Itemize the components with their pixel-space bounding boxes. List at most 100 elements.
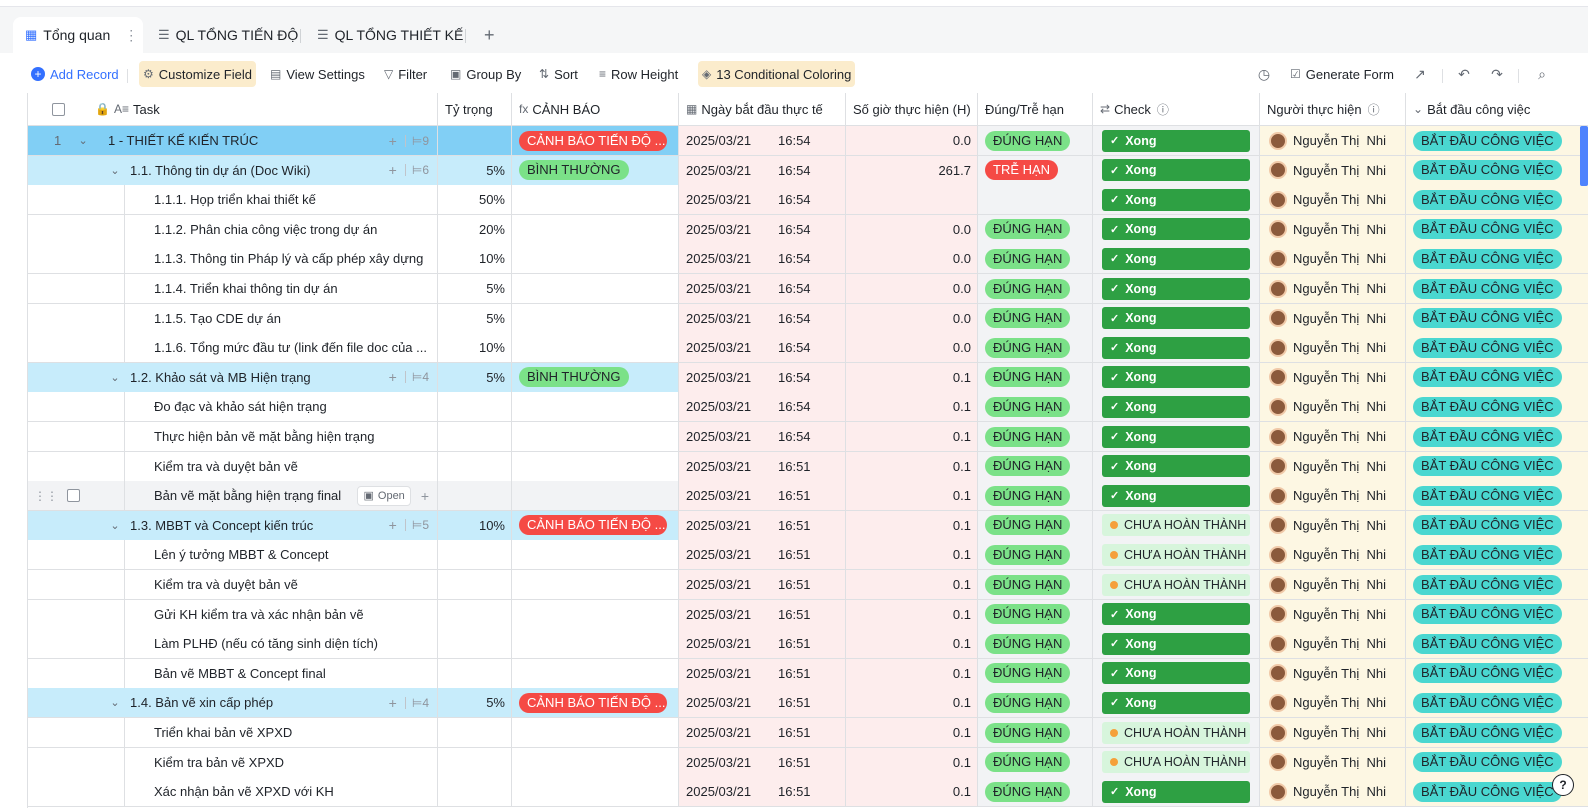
col-header-ty-trong[interactable]: Tỷ trọng xyxy=(438,93,512,125)
weight-cell[interactable] xyxy=(438,747,512,778)
person-cell[interactable]: Nguyễn Thị Nhi xyxy=(1260,451,1406,482)
task-cell[interactable]: Xác nhận bản vẽ XPXD với KH xyxy=(124,777,438,808)
table-row[interactable]: 1.1.4. Triển khai thông tin dự án 5% 2025/… xyxy=(28,274,1588,304)
date-cell[interactable]: 2025/03/21 16:54 xyxy=(679,155,846,186)
check-cell[interactable]: CHƯA HOÀN THÀNH xyxy=(1093,510,1260,541)
check-cell[interactable]: ✓ Xong xyxy=(1093,244,1260,275)
task-cell[interactable]: 1.1.1. Họp triển khai thiết kế xyxy=(124,185,438,216)
check-cell[interactable]: ✓ Xong xyxy=(1093,214,1260,245)
alert-cell[interactable] xyxy=(512,392,679,423)
table-row[interactable]: ⌄ 1.3. MBBT và Concept kiến trúc + ⊨5 10% CẢN… xyxy=(28,510,1588,541)
add-subrecord-icon[interactable]: + xyxy=(389,133,397,149)
hours-cell[interactable]: 261.7 xyxy=(846,155,978,186)
table-row[interactable]: ⌄ 1.2. Khảo sát và MB Hiện trạng + ⊨4 5% BÌNH… xyxy=(28,362,1588,393)
col-header-ngay-bat-dau[interactable]: ▦ Ngày bắt đầu thực tế xyxy=(679,93,846,125)
person-cell[interactable]: Nguyễn Thị Nhi xyxy=(1260,392,1406,423)
row-gutter[interactable] xyxy=(28,599,88,630)
date-cell[interactable]: 2025/03/21 16:54 xyxy=(679,392,846,423)
date-cell[interactable]: 2025/03/21 16:51 xyxy=(679,481,846,512)
date-cell[interactable]: 2025/03/21 16:54 xyxy=(679,362,846,393)
hours-cell[interactable]: 0.1 xyxy=(846,629,978,660)
start-work-cell[interactable]: BẮT ĐẦU CÔNG VIỆC xyxy=(1406,214,1588,245)
table-row[interactable]: 1.1.6. Tổng mức đầu tư (link đến file do… xyxy=(28,333,1588,364)
hours-cell[interactable]: 0.0 xyxy=(846,333,978,364)
check-cell[interactable]: ✓ Xong xyxy=(1093,333,1260,364)
more-icon[interactable]: ⋮ xyxy=(124,27,138,44)
task-cell[interactable]: 1.1.6. Tổng mức đầu tư (link đến file do… xyxy=(124,333,438,364)
due-status-cell[interactable]: ĐÚNG HẠN xyxy=(978,629,1093,660)
alert-cell[interactable] xyxy=(512,451,679,482)
row-gutter[interactable] xyxy=(28,214,88,245)
row-gutter[interactable] xyxy=(28,333,88,364)
row-gutter[interactable] xyxy=(28,510,88,541)
table-row[interactable]: Bản vẽ MBBT & Concept final 2025/03/21 16:… xyxy=(28,658,1588,689)
start-work-cell[interactable]: BẮT ĐẦU CÔNG VIỆC xyxy=(1406,629,1588,660)
table-row[interactable]: Xác nhận bản vẽ XPXD với KH 2025/03/21 16:… xyxy=(28,777,1588,808)
due-status-cell[interactable]: ĐÚNG HẠN xyxy=(978,747,1093,778)
hours-cell[interactable]: 0.1 xyxy=(846,658,978,689)
hours-cell[interactable]: 0.1 xyxy=(846,570,978,600)
hours-cell[interactable]: 0.1 xyxy=(846,747,978,778)
table-row[interactable]: Kiểm tra và duyệt bản vẽ 2025/03/21 16:51 0… xyxy=(28,570,1588,600)
person-cell[interactable]: Nguyễn Thị Nhi xyxy=(1260,274,1406,304)
person-cell[interactable]: Nguyễn Thị Nhi xyxy=(1260,185,1406,216)
row-gutter[interactable] xyxy=(28,718,88,748)
hours-cell[interactable]: 0.0 xyxy=(846,274,978,304)
chevron-down-icon[interactable]: ⌄ xyxy=(108,696,122,709)
alert-cell[interactable] xyxy=(512,303,679,334)
check-cell[interactable]: ✓ Xong xyxy=(1093,392,1260,423)
person-cell[interactable]: Nguyễn Thị Nhi xyxy=(1260,599,1406,630)
sort-button[interactable]: ⇅ Sort xyxy=(535,61,582,87)
col-header-task[interactable]: 🔒 A≡ Task xyxy=(88,93,438,125)
weight-cell[interactable] xyxy=(438,481,512,512)
table-row[interactable]: Triển khai bản vẽ XPXD 2025/03/21 16:51 0.1… xyxy=(28,718,1588,748)
date-cell[interactable]: 2025/03/21 16:51 xyxy=(679,658,846,689)
person-cell[interactable]: Nguyễn Thị Nhi xyxy=(1260,214,1406,245)
hours-cell[interactable]: 0.1 xyxy=(846,599,978,630)
person-cell[interactable]: Nguyễn Thị Nhi xyxy=(1260,688,1406,719)
add-subrecord-icon[interactable]: + xyxy=(421,488,429,504)
row-gutter[interactable] xyxy=(28,451,88,482)
start-work-cell[interactable]: BẮT ĐẦU CÔNG VIỆC xyxy=(1406,362,1588,393)
check-cell[interactable]: CHƯA HOÀN THÀNH xyxy=(1093,570,1260,600)
person-cell[interactable]: Nguyễn Thị Nhi xyxy=(1260,718,1406,748)
start-work-cell[interactable]: BẮT ĐẦU CÔNG VIỆC xyxy=(1406,540,1588,571)
check-cell[interactable]: CHƯA HOÀN THÀNH xyxy=(1093,718,1260,748)
alert-cell[interactable] xyxy=(512,244,679,275)
person-cell[interactable]: Nguyễn Thị Nhi xyxy=(1260,481,1406,512)
date-cell[interactable]: 2025/03/21 16:51 xyxy=(679,599,846,630)
task-cell[interactable]: 1.1.5. Tạo CDE dự án xyxy=(124,303,438,334)
row-gutter[interactable] xyxy=(28,658,88,689)
alert-cell[interactable] xyxy=(512,540,679,571)
check-cell[interactable]: ✓ Xong xyxy=(1093,185,1260,216)
alert-cell[interactable]: BÌNH THƯỜNG xyxy=(512,155,679,186)
check-cell[interactable]: ✓ Xong xyxy=(1093,155,1260,186)
due-status-cell[interactable]: ĐÚNG HẠN xyxy=(978,481,1093,512)
row-gutter[interactable] xyxy=(28,747,88,778)
table-row[interactable]: ⋮⋮ Bản vẽ mặt bằng hiện trạng final ▣ Open +… xyxy=(28,481,1588,512)
date-cell[interactable]: 2025/03/21 16:51 xyxy=(679,629,846,660)
share-icon[interactable]: ↗ xyxy=(1411,65,1429,83)
add-subrecord-icon[interactable]: + xyxy=(389,695,397,711)
table-row[interactable]: 1 ⌄ 1 - THIẾT KẾ KIẾN TRÚC + ⊨9 CẢNH BÁO TIẾN… xyxy=(28,126,1588,156)
customize-field-button[interactable]: ⚙ Customize Field xyxy=(139,61,256,87)
row-gutter[interactable] xyxy=(28,274,88,304)
redo-icon[interactable]: ↷ xyxy=(1488,65,1506,83)
start-work-cell[interactable]: BẮT ĐẦU CÔNG VIỆC xyxy=(1406,599,1588,630)
alert-cell[interactable] xyxy=(512,481,679,512)
date-cell[interactable]: 2025/03/21 16:54 xyxy=(679,214,846,245)
table-row[interactable]: ⌄ 1.4. Bản vẽ xin cấp phép + ⊨4 5% CẢNH BÁO T… xyxy=(28,688,1588,719)
hours-cell[interactable]: 0.0 xyxy=(846,244,978,275)
task-cell[interactable]: Đo đạc và khảo sát hiện trạng xyxy=(124,392,438,423)
hours-cell[interactable]: 0.1 xyxy=(846,422,978,452)
start-work-cell[interactable]: BẮT ĐẦU CÔNG VIỆC xyxy=(1406,510,1588,541)
weight-cell[interactable] xyxy=(438,451,512,482)
task-cell[interactable]: ⌄ 1.3. MBBT và Concept kiến trúc + ⊨5 xyxy=(88,510,438,541)
due-status-cell[interactable]: ĐÚNG HẠN xyxy=(978,658,1093,689)
date-cell[interactable]: 2025/03/21 16:54 xyxy=(679,126,846,156)
date-cell[interactable]: 2025/03/21 16:51 xyxy=(679,747,846,778)
open-record-button[interactable]: ▣ Open xyxy=(357,485,411,506)
due-status-cell[interactable]: ĐÚNG HẠN xyxy=(978,392,1093,423)
drag-handle-icon[interactable]: ⋮⋮ xyxy=(34,489,58,503)
due-status-cell[interactable]: ĐÚNG HẠN xyxy=(978,540,1093,571)
